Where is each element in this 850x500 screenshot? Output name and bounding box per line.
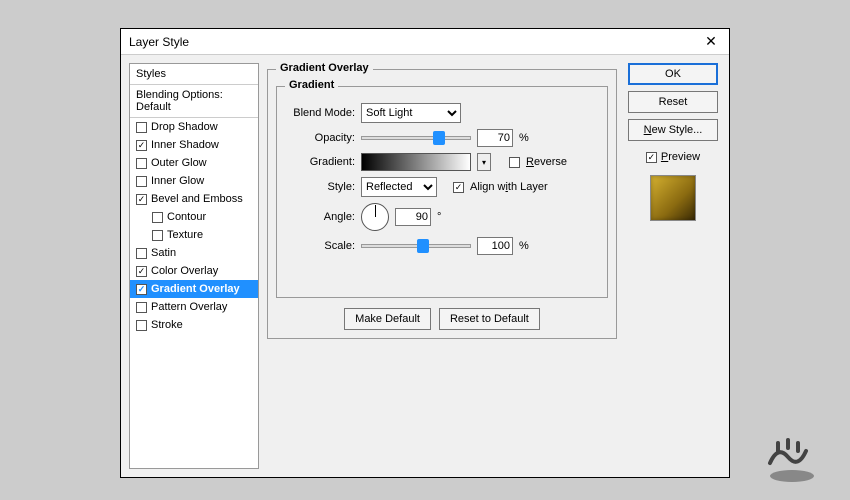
style-item-label: Gradient Overlay bbox=[151, 283, 240, 295]
reverse-label: Reverse bbox=[526, 156, 567, 168]
style-checkbox[interactable] bbox=[136, 194, 147, 205]
titlebar: Layer Style ✕ bbox=[121, 29, 729, 55]
style-checkbox[interactable] bbox=[136, 266, 147, 277]
reverse-checkbox[interactable] bbox=[509, 157, 520, 168]
style-item-label: Bevel and Emboss bbox=[151, 193, 243, 205]
style-item-label: Outer Glow bbox=[151, 157, 207, 169]
preview-checkbox[interactable] bbox=[646, 152, 657, 163]
angle-input[interactable] bbox=[395, 208, 431, 226]
style-checkbox[interactable] bbox=[136, 302, 147, 313]
align-checkbox[interactable] bbox=[453, 182, 464, 193]
style-item-label: Drop Shadow bbox=[151, 121, 218, 133]
opacity-input[interactable] bbox=[477, 129, 513, 147]
opacity-slider[interactable] bbox=[361, 136, 471, 140]
style-checkbox[interactable] bbox=[152, 230, 163, 241]
layer-style-dialog: Layer Style ✕ Styles Blending Options: D… bbox=[120, 28, 730, 478]
style-item-bevel-and-emboss[interactable]: Bevel and Emboss bbox=[130, 190, 258, 208]
blending-options[interactable]: Blending Options: Default bbox=[130, 85, 258, 118]
group-title: Gradient Overlay bbox=[276, 62, 373, 74]
reset-button[interactable]: Reset bbox=[628, 91, 718, 113]
style-checkbox[interactable] bbox=[136, 158, 147, 169]
preview-label: Preview bbox=[661, 151, 700, 163]
style-item-inner-shadow[interactable]: Inner Shadow bbox=[130, 136, 258, 154]
scale-label: Scale: bbox=[285, 240, 355, 252]
style-item-label: Stroke bbox=[151, 319, 183, 331]
style-item-stroke[interactable]: Stroke bbox=[130, 316, 258, 334]
style-label: Style: bbox=[285, 181, 355, 193]
style-checkbox[interactable] bbox=[136, 284, 147, 295]
style-item-label: Contour bbox=[167, 211, 206, 223]
new-style-button[interactable]: New Style... bbox=[628, 119, 718, 141]
opacity-label: Opacity: bbox=[285, 132, 355, 144]
style-item-label: Inner Shadow bbox=[151, 139, 219, 151]
style-item-label: Inner Glow bbox=[151, 175, 204, 187]
style-select[interactable]: Reflected bbox=[361, 177, 437, 197]
style-checkbox[interactable] bbox=[136, 248, 147, 259]
style-checkbox[interactable] bbox=[136, 176, 147, 187]
styles-header[interactable]: Styles bbox=[130, 64, 258, 85]
blend-mode-select[interactable]: Soft Light bbox=[361, 103, 461, 123]
align-label: Align with Layer bbox=[470, 181, 548, 193]
style-item-drop-shadow[interactable]: Drop Shadow bbox=[130, 118, 258, 136]
watermark-icon bbox=[760, 428, 830, 488]
reset-default-button[interactable]: Reset to Default bbox=[439, 308, 540, 330]
style-item-texture[interactable]: Texture bbox=[130, 226, 258, 244]
gradient-dropdown-icon[interactable]: ▾ bbox=[477, 153, 491, 171]
style-checkbox[interactable] bbox=[136, 140, 147, 151]
style-checkbox[interactable] bbox=[136, 320, 147, 331]
style-item-contour[interactable]: Contour bbox=[130, 208, 258, 226]
style-item-gradient-overlay[interactable]: Gradient Overlay bbox=[130, 280, 258, 298]
ok-button[interactable]: OK bbox=[628, 63, 718, 85]
style-item-pattern-overlay[interactable]: Pattern Overlay bbox=[130, 298, 258, 316]
percent-label-2: % bbox=[519, 240, 529, 252]
right-panel: OK Reset New Style... Preview bbox=[625, 63, 721, 469]
style-item-color-overlay[interactable]: Color Overlay bbox=[130, 262, 258, 280]
close-icon[interactable]: ✕ bbox=[701, 33, 721, 50]
blend-mode-label: Blend Mode: bbox=[285, 107, 355, 119]
main-panel: Gradient Overlay Gradient Blend Mode: So… bbox=[267, 63, 617, 469]
style-checkbox[interactable] bbox=[152, 212, 163, 223]
dialog-content: Styles Blending Options: Default Drop Sh… bbox=[121, 55, 729, 477]
angle-dial[interactable] bbox=[361, 203, 389, 231]
scale-input[interactable] bbox=[477, 237, 513, 255]
style-item-label: Pattern Overlay bbox=[151, 301, 227, 313]
gradient-swatch[interactable] bbox=[361, 153, 471, 171]
style-checkbox[interactable] bbox=[136, 122, 147, 133]
degree-label: ° bbox=[437, 211, 441, 223]
style-item-outer-glow[interactable]: Outer Glow bbox=[130, 154, 258, 172]
inner-title: Gradient bbox=[285, 79, 338, 91]
percent-label: % bbox=[519, 132, 529, 144]
style-item-label: Color Overlay bbox=[151, 265, 218, 277]
gradient-label: Gradient: bbox=[285, 156, 355, 168]
style-item-satin[interactable]: Satin bbox=[130, 244, 258, 262]
styles-panel: Styles Blending Options: Default Drop Sh… bbox=[129, 63, 259, 469]
gradient-inner-group: Gradient Blend Mode: Soft Light Opacity:… bbox=[276, 86, 608, 298]
style-item-label: Satin bbox=[151, 247, 176, 259]
scale-slider[interactable] bbox=[361, 244, 471, 248]
gradient-overlay-group: Gradient Overlay Gradient Blend Mode: So… bbox=[267, 69, 617, 339]
style-item-label: Texture bbox=[167, 229, 203, 241]
style-item-inner-glow[interactable]: Inner Glow bbox=[130, 172, 258, 190]
dialog-title: Layer Style bbox=[129, 35, 701, 49]
preview-swatch bbox=[650, 175, 696, 221]
make-default-button[interactable]: Make Default bbox=[344, 308, 431, 330]
angle-label: Angle: bbox=[285, 211, 355, 223]
